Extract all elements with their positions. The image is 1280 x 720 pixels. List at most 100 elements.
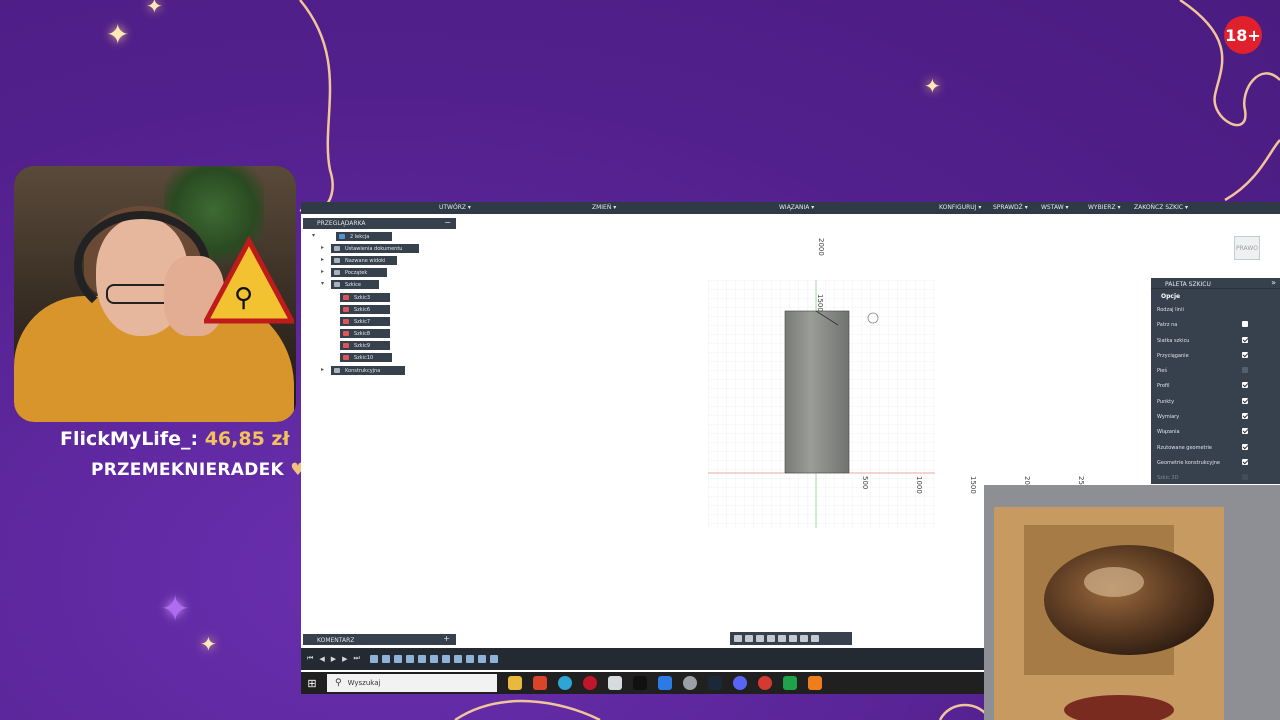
fit-icon[interactable] <box>778 635 786 642</box>
timeline-feature[interactable] <box>441 655 450 663</box>
timeline-feature[interactable] <box>489 655 498 663</box>
node-sketch[interactable]: Szkic3 <box>340 293 390 302</box>
timeline-feature[interactable] <box>381 655 390 663</box>
sketch-canvas[interactable] <box>708 280 935 528</box>
node-document-settings[interactable]: Ustawienia dokumentu <box>331 244 419 253</box>
checkbox[interactable] <box>1242 351 1248 358</box>
collapse-icon[interactable]: − <box>444 218 451 227</box>
comment-panel[interactable]: KOMENTARZ + <box>303 634 456 645</box>
timeline-feature[interactable] <box>393 655 402 663</box>
collapse-icon[interactable]: » <box>1271 278 1276 287</box>
obs-icon[interactable] <box>683 676 697 690</box>
line-type-icon[interactable] <box>1242 306 1248 312</box>
option-row[interactable]: Geometrie konstrukcyjne <box>1151 455 1280 470</box>
timeline-feature[interactable] <box>453 655 462 663</box>
prev-icon[interactable]: ◀ <box>319 655 324 663</box>
checkbox[interactable] <box>1242 428 1248 435</box>
menu-configure[interactable]: KONFIGURUJ ▾ <box>939 204 981 211</box>
browser-root-node[interactable]: 2 lekcja <box>336 232 392 241</box>
add-comment-icon[interactable]: + <box>443 634 450 643</box>
steam-icon[interactable] <box>708 676 722 690</box>
pan-icon[interactable] <box>745 635 753 642</box>
active-app-icon[interactable] <box>808 676 822 690</box>
display-icon[interactable] <box>789 635 797 642</box>
chevron-right-icon[interactable]: ▸ <box>321 366 324 373</box>
option-row[interactable]: Profil <box>1151 378 1280 393</box>
zoom-icon[interactable] <box>767 635 775 642</box>
hand-icon[interactable] <box>756 635 764 642</box>
option-row[interactable]: Punkty <box>1151 394 1280 409</box>
last-icon[interactable]: ⏭ <box>353 655 359 663</box>
node-sketch[interactable]: Szkic9 <box>340 341 390 350</box>
view-cube[interactable]: PRAWO <box>1234 236 1260 260</box>
first-icon[interactable]: ⏮ <box>307 655 313 663</box>
checkbox[interactable] <box>1242 474 1248 481</box>
discord-icon[interactable] <box>733 676 747 690</box>
checkbox[interactable] <box>1242 336 1248 343</box>
spreadsheet-icon[interactable] <box>783 676 797 690</box>
chevron-right-icon[interactable]: ▸ <box>321 256 324 263</box>
grid-icon[interactable] <box>800 635 808 642</box>
chrome-icon[interactable] <box>758 676 772 690</box>
option-row[interactable]: Rzutowane geometrie <box>1151 440 1280 455</box>
node-sketch[interactable]: Szkic6 <box>340 305 390 314</box>
orbit-icon[interactable] <box>734 635 742 642</box>
chevron-down-icon[interactable]: ▾ <box>312 232 315 239</box>
edge-icon[interactable] <box>558 676 572 690</box>
palette-header: PALETA SZKICU » <box>1151 278 1280 289</box>
next-icon[interactable]: ▶ <box>342 655 347 663</box>
option-row[interactable]: Rodzaj linii <box>1151 302 1280 317</box>
play-icon[interactable]: ▶ <box>331 655 336 663</box>
menu-constraints[interactable]: WIĄZANIA ▾ <box>779 204 814 211</box>
checkbox[interactable] <box>1242 413 1248 420</box>
node-label: Szkice <box>345 282 361 288</box>
node-sketch[interactable]: Szkic7 <box>340 317 390 326</box>
checkbox[interactable] <box>1242 458 1248 465</box>
timeline-feature[interactable] <box>465 655 474 663</box>
node-named-views[interactable]: Nazwane widoki <box>331 256 397 265</box>
file-explorer-icon[interactable] <box>508 676 522 690</box>
brave-icon[interactable] <box>533 676 547 690</box>
node-label: Początek <box>345 270 368 276</box>
node-construction[interactable]: Konstrukcyjna <box>331 366 405 375</box>
node-origin[interactable]: Początek <box>331 268 387 277</box>
chevron-right-icon[interactable]: ▸ <box>321 268 324 275</box>
checkbox[interactable] <box>1242 382 1248 389</box>
fusion-icon[interactable] <box>608 676 622 690</box>
menu-insert[interactable]: WSTAW ▾ <box>1041 204 1069 211</box>
windows-start-icon[interactable]: ⊞ <box>301 672 323 694</box>
option-row[interactable]: Siatka szkicu <box>1151 333 1280 348</box>
option-row[interactable]: Wymiary <box>1151 409 1280 424</box>
menu-create[interactable]: UTWÓRZ ▾ <box>439 204 471 211</box>
node-sketches[interactable]: Szkice <box>331 280 379 289</box>
timeline-feature[interactable] <box>477 655 486 663</box>
menu-finish-sketch[interactable]: ZAKOŃCZ SZKIC ▾ <box>1134 204 1188 211</box>
timeline-feature[interactable] <box>405 655 414 663</box>
checkbox[interactable] <box>1242 397 1248 404</box>
option-row[interactable]: Przyciąganie <box>1151 348 1280 363</box>
look-at-icon[interactable] <box>1242 321 1248 328</box>
viewports-icon[interactable] <box>811 635 819 642</box>
timeline-feature[interactable] <box>429 655 438 663</box>
option-row[interactable]: Pieś <box>1151 363 1280 378</box>
option-row[interactable]: Patrz na <box>1151 317 1280 332</box>
timeline-feature[interactable] <box>417 655 426 663</box>
chevron-down-icon[interactable]: ▾ <box>321 280 324 287</box>
opera-icon[interactable] <box>583 676 597 690</box>
menu-inspect[interactable]: SPRAWDŹ ▾ <box>993 204 1028 211</box>
menu-select[interactable]: WYBIERZ ▾ <box>1088 204 1120 211</box>
epic-games-icon[interactable] <box>633 676 647 690</box>
palette-section-options[interactable]: Opcje <box>1151 289 1280 302</box>
checkbox[interactable] <box>1242 443 1248 450</box>
checkbox[interactable] <box>1242 367 1248 374</box>
option-row[interactable]: Szkic 3D <box>1151 470 1280 485</box>
media-icon[interactable] <box>658 676 672 690</box>
taskbar-search[interactable]: ⚲ Wyszukaj <box>327 674 497 692</box>
menu-modify[interactable]: ZMIEŃ ▾ <box>592 204 616 211</box>
node-sketch[interactable]: Szkic8 <box>340 329 390 338</box>
chevron-right-icon[interactable]: ▸ <box>321 244 324 251</box>
extruded-body[interactable] <box>784 310 850 474</box>
node-sketch[interactable]: Szkic10 <box>340 353 392 362</box>
timeline-feature[interactable] <box>369 655 378 663</box>
option-row[interactable]: Wiązania <box>1151 424 1280 439</box>
